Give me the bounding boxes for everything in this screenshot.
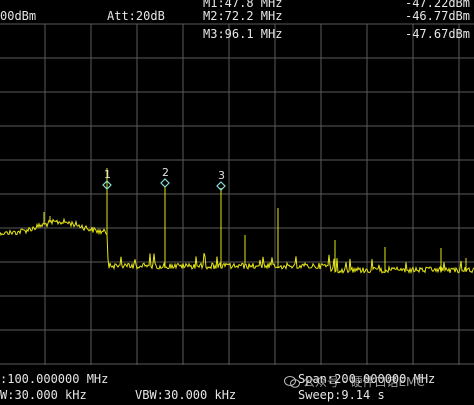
marker-3-label: 3 bbox=[218, 169, 225, 182]
spectrum-analyzer-screen: 123 00dBm Att:20dB M1:47.8 MHz M2:72.2 M… bbox=[0, 0, 474, 405]
vbw-readout: VBW:30.000 kHz bbox=[135, 388, 237, 402]
spectrum-trace bbox=[0, 168, 474, 275]
marker-1-label: 1 bbox=[104, 168, 111, 181]
marker-2-label: 2 bbox=[162, 166, 169, 179]
attenuation-readout: Att:20dB bbox=[107, 9, 165, 23]
graticule-grid bbox=[0, 23, 474, 365]
marker-2-diamond bbox=[160, 178, 170, 188]
rbw-readout: W:30.000 kHz bbox=[0, 388, 87, 402]
watermark-text: 公众号 · 硬件口话EMC bbox=[303, 375, 425, 389]
marker-layer: 1 2 3 bbox=[102, 166, 226, 191]
sweep-time: Sweep:9.14 s bbox=[298, 388, 385, 402]
spectrum-plot: 1 2 3 bbox=[0, 23, 474, 365]
marker-2-amplitude: -46.77dBm bbox=[404, 9, 470, 23]
marker-2-frequency: M2:72.2 MHz bbox=[203, 9, 283, 23]
marker-3-amplitude: -47.67dBm bbox=[404, 27, 470, 41]
center-frequency: :100.000000 MHz bbox=[0, 372, 109, 386]
marker-3-frequency: M3:96.1 MHz bbox=[203, 27, 283, 41]
reference-level: 00dBm bbox=[0, 9, 37, 23]
wechat-icon bbox=[284, 376, 300, 388]
